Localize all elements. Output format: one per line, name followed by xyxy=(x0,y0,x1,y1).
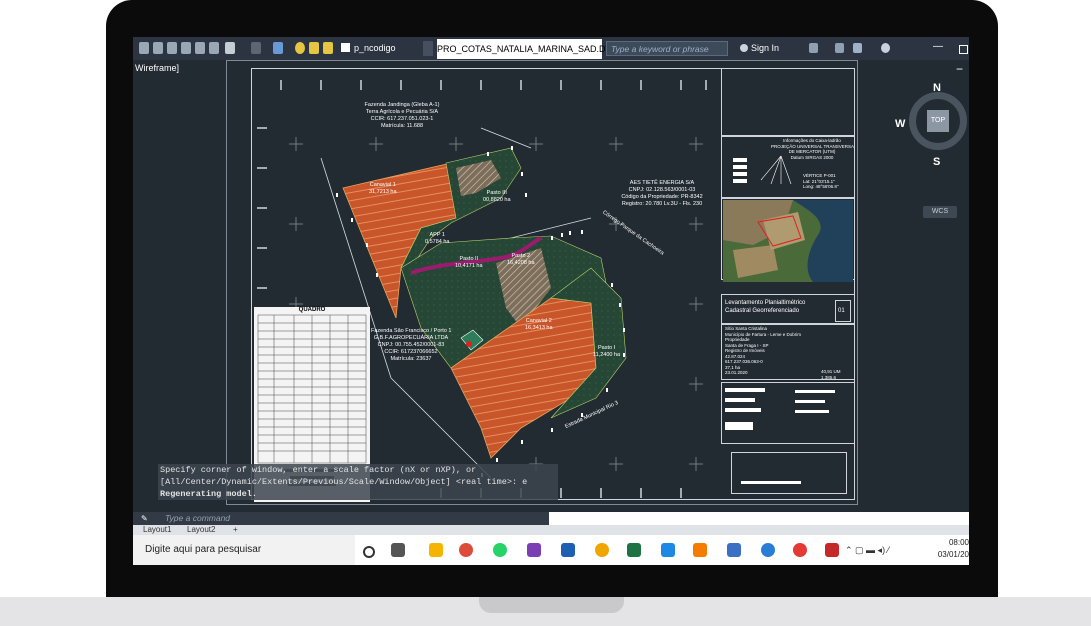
view-cube[interactable]: TOP N S W WCS xyxy=(895,80,969,220)
minimize-button[interactable]: — xyxy=(933,41,943,52)
signature-bars xyxy=(725,388,835,430)
tab-layout1[interactable]: Layout1 xyxy=(143,525,171,535)
satellite-svg xyxy=(723,200,853,282)
layer-dropdown[interactable]: p_ncodigo xyxy=(341,41,431,56)
command-line[interactable]: ✎ Type a command xyxy=(133,512,969,525)
footer-bars xyxy=(741,481,801,484)
app-icon-7[interactable] xyxy=(793,543,807,557)
cortana-icon[interactable] xyxy=(363,546,375,558)
add-layout-tab[interactable]: + xyxy=(233,525,238,535)
sign-in-label: Sign In xyxy=(751,43,780,53)
a360-icon[interactable] xyxy=(853,43,862,53)
help-toolbar xyxy=(807,43,897,54)
location-text: VÉRTICE P-001 Lat: 21°03'15.1" Long: 48°… xyxy=(803,173,839,189)
status-area xyxy=(549,512,969,525)
restore-icon[interactable] xyxy=(959,45,968,54)
plot-icon[interactable] xyxy=(209,42,219,54)
app-icon-1[interactable] xyxy=(527,543,541,557)
autocad-icon[interactable] xyxy=(825,543,839,557)
parcel-east-label: AES TIETÊ ENERGIA S/A CNPJ: 02.128.563/0… xyxy=(621,180,703,207)
cart-icon[interactable] xyxy=(835,43,844,53)
clock-time: 08:00 xyxy=(948,538,969,547)
area-label-pasto-i: Pasto I 11,2400 ha xyxy=(593,345,621,358)
clock-date: 03/01/20 xyxy=(937,550,969,559)
wcs-menu[interactable]: WCS xyxy=(923,206,957,218)
area-label-canavial-2: Canavial 2 16,3413 ha xyxy=(525,318,553,331)
compass-west[interactable]: W xyxy=(895,118,905,130)
command-history-line: [All/Center/Dynamic/Extents/Previous/Sca… xyxy=(158,476,558,488)
app-icon-6[interactable] xyxy=(727,543,741,557)
app-icon-4[interactable] xyxy=(661,543,675,557)
title-block-header xyxy=(721,68,855,136)
command-input[interactable]: Type a command xyxy=(165,512,230,525)
taskbar-search[interactable]: Digite aqui para pesquisar xyxy=(133,535,355,565)
laptop-notch xyxy=(479,597,624,613)
exchange-icon[interactable] xyxy=(809,43,818,53)
survey-title: Levantamento Planialtimétrico Cadastral … xyxy=(725,300,806,314)
whatsapp-icon[interactable] xyxy=(493,543,507,557)
save-icon[interactable] xyxy=(181,42,191,54)
model-viewport[interactable]: Wireframe] − Fazenda Jandinga (Gleba A-1… xyxy=(133,60,969,525)
chrome-icon[interactable] xyxy=(459,543,473,557)
chevron-down-icon[interactable] xyxy=(423,41,433,56)
new-icon[interactable] xyxy=(153,42,163,54)
sign-in-button[interactable]: Sign In xyxy=(736,41,806,56)
screen: p_ncodigo PRO_COTAS_NATALIA_MARINA_SAD.D… xyxy=(133,37,969,565)
share-icon[interactable] xyxy=(273,42,283,54)
window-controls: — xyxy=(929,37,969,60)
side-value-2: 1.385,6 xyxy=(821,375,837,380)
search-input[interactable]: Type a keyword or phrase xyxy=(606,41,728,56)
location-diagram xyxy=(733,155,792,185)
viewport-minimize[interactable]: − xyxy=(956,62,963,76)
sun-icon[interactable] xyxy=(309,42,319,54)
survey-num: 01 xyxy=(838,308,845,314)
area-label-pasto-2: Pasto 2 16,4208 ha xyxy=(507,253,535,266)
app-menu-icon[interactable] xyxy=(139,42,149,54)
user-icon xyxy=(740,44,748,52)
layer-color-swatch xyxy=(341,43,350,52)
command-history-line: Regenerating model. xyxy=(158,488,558,500)
layout-tab-bar: Layout1 Layout2 + xyxy=(133,525,969,535)
viewport-label[interactable]: Wireframe] xyxy=(135,63,179,73)
document-tab[interactable]: PRO_COTAS_NATALIA_MARINA_SAD.DWG xyxy=(437,39,621,59)
command-history: Specify corner of window, enter a scale … xyxy=(158,464,558,510)
area-label-canavial-1: Canavial 1 31,7213 ha xyxy=(369,182,397,195)
location-satellite-image xyxy=(723,200,853,282)
redo-icon[interactable] xyxy=(251,42,261,54)
undo-icon[interactable] xyxy=(225,42,235,54)
parcel-west-label: Fazenda São Francisco / Porto 1 G.B.F.AG… xyxy=(371,328,452,362)
help-icon[interactable] xyxy=(881,43,890,53)
file-explorer-icon[interactable] xyxy=(429,543,443,557)
wrench-icon[interactable]: ✎ xyxy=(141,514,148,523)
compass-north[interactable]: N xyxy=(933,82,941,94)
app-icon-5[interactable] xyxy=(693,543,707,557)
compass-south[interactable]: S xyxy=(933,156,940,168)
excel-icon[interactable] xyxy=(627,543,641,557)
system-tray[interactable]: ⌃ ▢ ▬ ◂) ⁄ xyxy=(845,543,925,557)
area-label-app-1: APP 1 0,5784 ha xyxy=(425,232,450,245)
task-view-icon[interactable] xyxy=(391,543,405,557)
view-cube-top[interactable]: TOP xyxy=(927,110,949,132)
title-bar: p_ncodigo PRO_COTAS_NATALIA_MARINA_SAD.D… xyxy=(133,37,969,60)
windows-taskbar: Digite aqui para pesquisar ⌃ ▢ ▬ ◂) ⁄ 08… xyxy=(133,535,969,565)
area-label-pasto-ii: Pasto II 10,4171 ha xyxy=(455,256,483,269)
layer-name: p_ncodigo xyxy=(354,43,396,53)
lock-icon[interactable] xyxy=(323,42,333,54)
save-as-icon[interactable] xyxy=(195,42,205,54)
red-point xyxy=(466,341,472,347)
app-icon-2[interactable] xyxy=(561,543,575,557)
title-block: Informações do Caixa-ladrão PROJEÇÃO UNI… xyxy=(721,68,855,500)
command-history-line: Specify corner of window, enter a scale … xyxy=(158,464,558,476)
light-bulb-icon[interactable] xyxy=(295,42,305,54)
taskbar-clock[interactable]: 08:00 03/01/20 xyxy=(925,537,969,563)
app-icon-3[interactable] xyxy=(595,543,609,557)
edge-icon[interactable] xyxy=(761,543,775,557)
tab-layout2[interactable]: Layout2 xyxy=(187,525,215,535)
open-icon[interactable] xyxy=(167,42,177,54)
area-label-pasto-iii: Pasto III 00,8820 ha xyxy=(483,190,511,203)
parcel-nw-label: Fazenda Jandinga (Gleba A-1) Terra Agríc… xyxy=(364,102,440,129)
